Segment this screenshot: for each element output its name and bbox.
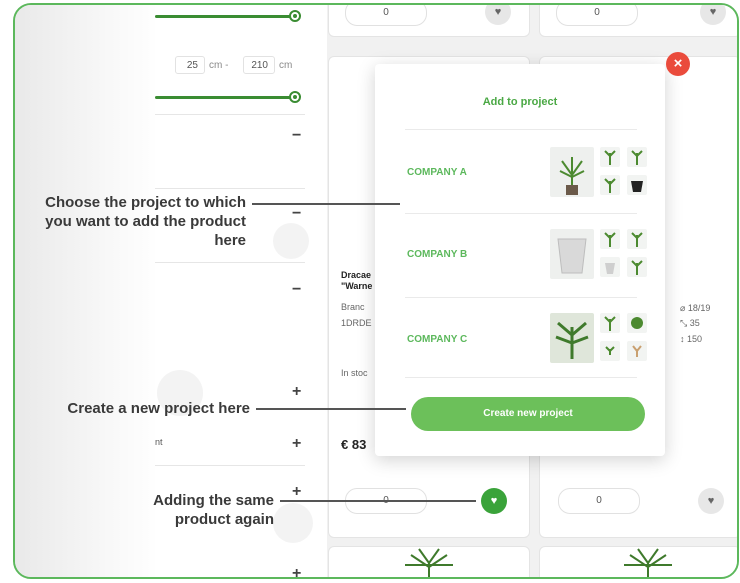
plant-icon (405, 548, 453, 577)
create-new-project-button[interactable]: Create new project (411, 397, 645, 431)
callout-create-project: Create a new project here (67, 400, 250, 417)
pot-icon (557, 238, 587, 274)
project-image-main (550, 313, 594, 363)
filter-divider (155, 114, 305, 115)
quantity-value: 0 (383, 7, 389, 18)
filter-divider (155, 188, 305, 189)
collapse-toggle-1[interactable]: − (292, 127, 301, 145)
plant-icon (631, 232, 643, 247)
plant-icon (631, 260, 643, 275)
range-slider-bottom[interactable] (155, 96, 295, 99)
quantity-stepper[interactable]: 0 (558, 488, 640, 514)
spec-height: ↕ 150 (680, 334, 703, 344)
plant-icon (631, 150, 643, 165)
filter-divider (155, 262, 305, 263)
range-max-value: 210 (251, 60, 268, 71)
callout-same-product: Adding the same product again (153, 492, 274, 528)
plant-icon (632, 345, 642, 357)
favorite-heart-icon[interactable]: ♥ (700, 5, 726, 25)
range-unit-2: cm (279, 60, 293, 71)
callout-leader-line (256, 408, 406, 410)
expand-toggle-1[interactable]: + (292, 383, 301, 401)
quantity-stepper[interactable]: 0 (556, 5, 638, 26)
plant-icon (631, 317, 643, 329)
collapse-toggle-3[interactable]: − (292, 281, 301, 299)
expand-toggle-3[interactable]: + (292, 483, 301, 501)
spec-diameter: ⌀ 18/19 (680, 303, 711, 313)
plant-icon (604, 178, 616, 193)
project-image-thumb (627, 175, 647, 195)
project-image-main (550, 147, 594, 197)
filter-divider (155, 465, 305, 466)
product-card-top-left[interactable]: 0 ♥ (328, 5, 530, 37)
callout-leader-line (252, 203, 400, 205)
project-image-thumb (627, 147, 647, 167)
project-image-thumb (627, 257, 647, 277)
product-card-top-right[interactable]: 0 ♥ (539, 5, 737, 37)
product-detail-1: Branc (341, 302, 365, 312)
project-image-thumb (600, 313, 620, 333)
product-detail-2: 1DRDE (341, 318, 372, 328)
callout-leader-line (280, 500, 476, 502)
decor-circle (273, 223, 309, 259)
add-to-project-modal: Add to project COMPANY A COMPANY B COMPA… (375, 64, 665, 456)
pot-icon (631, 181, 643, 192)
collapse-toggle-2[interactable]: − (292, 205, 301, 223)
project-row-company-b[interactable]: COMPANY B (375, 214, 665, 296)
plant-icon (604, 316, 616, 331)
spec-span: ⤡ 35 (680, 318, 700, 328)
plant-icon (555, 321, 589, 359)
project-image-main (550, 229, 594, 279)
favorite-heart-icon[interactable]: ♥ (698, 488, 724, 514)
quantity-value: 0 (594, 7, 600, 18)
plant-icon (559, 157, 585, 195)
project-row-company-c[interactable]: COMPANY C (375, 298, 665, 378)
pot-icon (605, 263, 615, 274)
range-slider-top-thumb[interactable] (289, 10, 301, 22)
range-slider-top[interactable] (155, 15, 295, 18)
project-image-thumb (627, 229, 647, 249)
product-card-bottom-left[interactable] (328, 546, 530, 577)
range-min-value: 25 (186, 60, 198, 71)
quantity-stepper[interactable]: 0 (345, 5, 427, 26)
project-image-thumb (600, 257, 620, 277)
project-image-thumb (600, 175, 620, 195)
plant-icon (624, 548, 672, 577)
project-image-thumb (627, 313, 647, 333)
range-unit-1: cm - (209, 60, 229, 71)
quantity-value: 0 (596, 495, 602, 506)
plant-icon (604, 150, 616, 165)
range-max-input[interactable]: 210 (243, 56, 275, 74)
company-name: COMPANY C (407, 334, 468, 345)
range-slider-bottom-thumb[interactable] (289, 91, 301, 103)
stock-status: In stoc (341, 368, 368, 378)
modal-divider (405, 377, 637, 378)
expand-toggle-2[interactable]: + (292, 435, 301, 453)
project-image-thumb (627, 341, 647, 361)
project-image-thumb (600, 341, 620, 361)
project-image-thumb (600, 229, 620, 249)
plant-icon (605, 346, 615, 355)
product-price: € 83 (341, 437, 367, 452)
callout-choose-project: Choose the project to which you want to … (45, 194, 246, 249)
plant-icon (604, 232, 616, 247)
decor-circle (273, 503, 313, 543)
range-min-input[interactable]: 25 (175, 56, 205, 74)
project-image-thumb (600, 147, 620, 167)
expand-toggle-4[interactable]: + (292, 565, 301, 577)
modal-title: Add to project (482, 96, 558, 108)
company-name: COMPANY B (407, 249, 468, 260)
company-name: COMPANY A (407, 167, 467, 178)
product-card-bottom-right[interactable] (539, 546, 737, 577)
favorite-heart-icon[interactable]: ♥ (481, 488, 507, 514)
filter-partial-label: nt (155, 437, 163, 447)
favorite-heart-icon[interactable]: ♥ (485, 5, 511, 25)
project-row-company-a[interactable]: COMPANY A (375, 130, 665, 212)
close-icon[interactable]: × (666, 52, 690, 76)
product-name-line2: "Warne (341, 281, 373, 291)
